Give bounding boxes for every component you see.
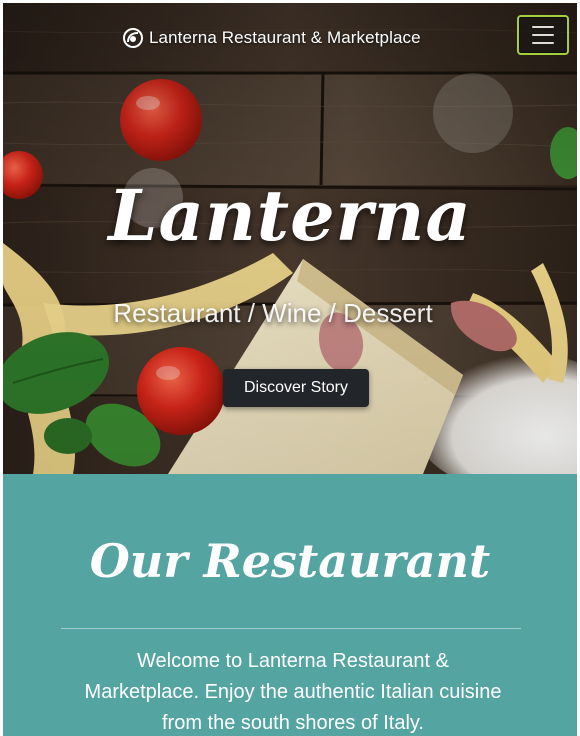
hero-section: Lanterna Restaurant & Marketplace Lanter… — [3, 3, 577, 474]
hero-subtitle: Restaurant / Wine / Dessert — [113, 298, 433, 328]
navbar: Lanterna Restaurant & Marketplace — [3, 3, 577, 73]
brand-link[interactable]: Lanterna Restaurant & Marketplace — [123, 25, 421, 51]
hamburger-menu-icon — [532, 26, 554, 28]
discover-story-button[interactable]: Discover Story — [223, 369, 369, 407]
lantern-logo-icon — [123, 28, 143, 48]
restaurant-intro-text: Welcome to Lanterna Restaurant & Marketp… — [84, 650, 502, 734]
page: Lanterna Restaurant & Marketplace Lanter… — [3, 3, 577, 736]
section-divider — [61, 628, 521, 629]
hamburger-menu-icon — [532, 34, 554, 36]
section-title: Our Restaurant — [89, 534, 491, 588]
restaurant-section: Our Restaurant Welcome to Lanterna Resta… — [3, 474, 577, 736]
hero-title: Lanterna — [108, 174, 472, 257]
brand-name: Lanterna Restaurant & Marketplace — [149, 28, 421, 47]
hamburger-menu-icon — [532, 42, 554, 44]
hamburger-menu-button[interactable] — [517, 15, 569, 55]
